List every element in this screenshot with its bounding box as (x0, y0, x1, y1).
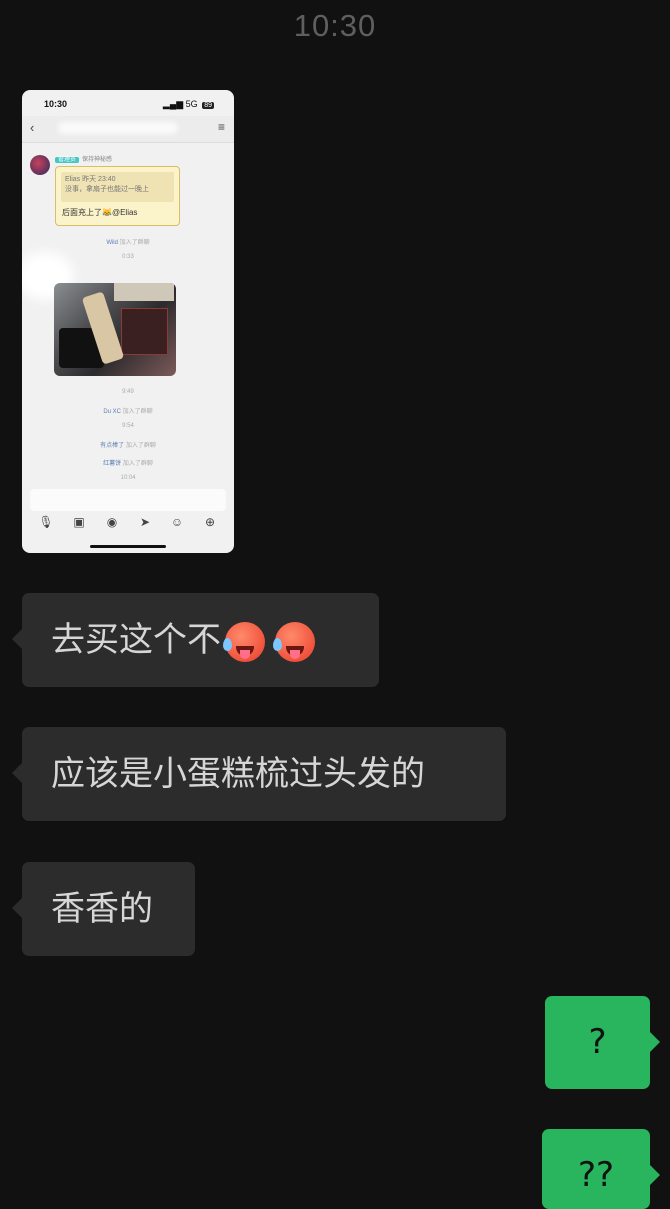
timestamp: 10:04 (120, 475, 136, 481)
network-label: 5G (185, 99, 198, 109)
image-icon: ▣ (73, 515, 85, 529)
system-notice: Wild 加入了群聊 (22, 237, 234, 246)
screenshot-status-bar: 10:30 ▂▄▆ 5G 89 (44, 99, 222, 111)
timestamp: 9:54 (122, 423, 134, 429)
message-text: ? (588, 1022, 607, 1062)
member-name: Du XC (103, 409, 121, 415)
send-icon: ➤ (139, 515, 151, 529)
message-text: 香香的 (51, 889, 153, 929)
screenshot-nav-bar: ‹ ≡ (22, 116, 234, 143)
microphone-icon: 🎙 (38, 515, 54, 529)
reply-text: 后面充上了😹@Elias (62, 208, 138, 217)
signal-icon: ▂▄▆ (162, 99, 184, 109)
camera-icon: ◉ (106, 515, 118, 529)
system-notice: 有点棒了 加入了群聊 (22, 440, 234, 449)
smiley-icon: ☺ (170, 515, 184, 529)
message-bubble[interactable]: 香香的 (12, 862, 195, 956)
photo-detail (121, 308, 168, 355)
outgoing-message-bubble[interactable]: ?? (542, 1129, 660, 1209)
chevron-left-icon: ‹ (30, 120, 35, 135)
message-text: 应该是小蛋糕梳过头发的 (51, 754, 425, 794)
photo-thumbnail (54, 283, 176, 376)
member-name: 有点棒了 (100, 443, 125, 449)
system-notice: 红薯饼 加入了群聊 (22, 458, 234, 467)
timestamp: 9:49 (122, 389, 134, 395)
message-text: 去买这个不 (51, 620, 221, 660)
system-notice: Du XC 加入了群聊 (22, 406, 234, 415)
notice-text: 加入了群聊 (125, 443, 156, 449)
notice-text: 加入了群聊 (119, 240, 150, 246)
outgoing-message-bubble[interactable]: ? (545, 996, 660, 1089)
quoted-message: Elias 昨天 23:40 没事，拿扇子也能过一晚上 (61, 172, 174, 202)
battery-icon: 89 (202, 102, 214, 109)
avatar (30, 155, 50, 175)
sender-tag: 管理员 保持神秘感 (55, 154, 112, 163)
role-badge: 管理员 (55, 157, 80, 163)
screenshot-time: 10:30 (44, 99, 68, 109)
image-message-screenshot[interactable]: 10:30 ▂▄▆ 5G 89 ‹ ≡ 管理员 保持神秘感 Elias 昨天 23… (22, 90, 234, 553)
clock-time: 10:30 (293, 8, 377, 43)
sender-nickname: 保持神秘感 (82, 157, 113, 163)
photo-detail (114, 283, 174, 301)
home-indicator (90, 545, 166, 548)
hot-face-emoji (223, 621, 265, 662)
blurred-chat-title (58, 122, 178, 134)
member-name: Wild (106, 240, 118, 246)
message-bubble[interactable]: 应该是小蛋糕梳过头发的 (12, 727, 506, 821)
notice-text: 加入了群聊 (122, 409, 153, 415)
quote-header: Elias 昨天 23:40 (65, 176, 116, 183)
plus-icon: ⊕ (204, 515, 216, 529)
hot-face-emoji (273, 621, 315, 662)
message-bubble[interactable]: 去买这个不 (12, 593, 379, 687)
quote-body: 没事，拿扇子也能过一晚上 (65, 186, 149, 193)
member-name: 红薯饼 (103, 461, 122, 467)
message-text: ?? (577, 1155, 615, 1195)
screenshot-signal: ▂▄▆ 5G 89 (163, 99, 214, 110)
reply-bubble: Elias 昨天 23:40 没事，拿扇子也能过一晚上 后面充上了😹@Elias (55, 166, 180, 226)
menu-icon: ≡ (217, 120, 225, 134)
notice-text: 加入了群聊 (122, 461, 153, 467)
screenshot-input-bar (30, 489, 226, 511)
screenshot-toolbar: 🎙 ▣ ◉ ➤ ☺ ⊕ (22, 515, 234, 533)
